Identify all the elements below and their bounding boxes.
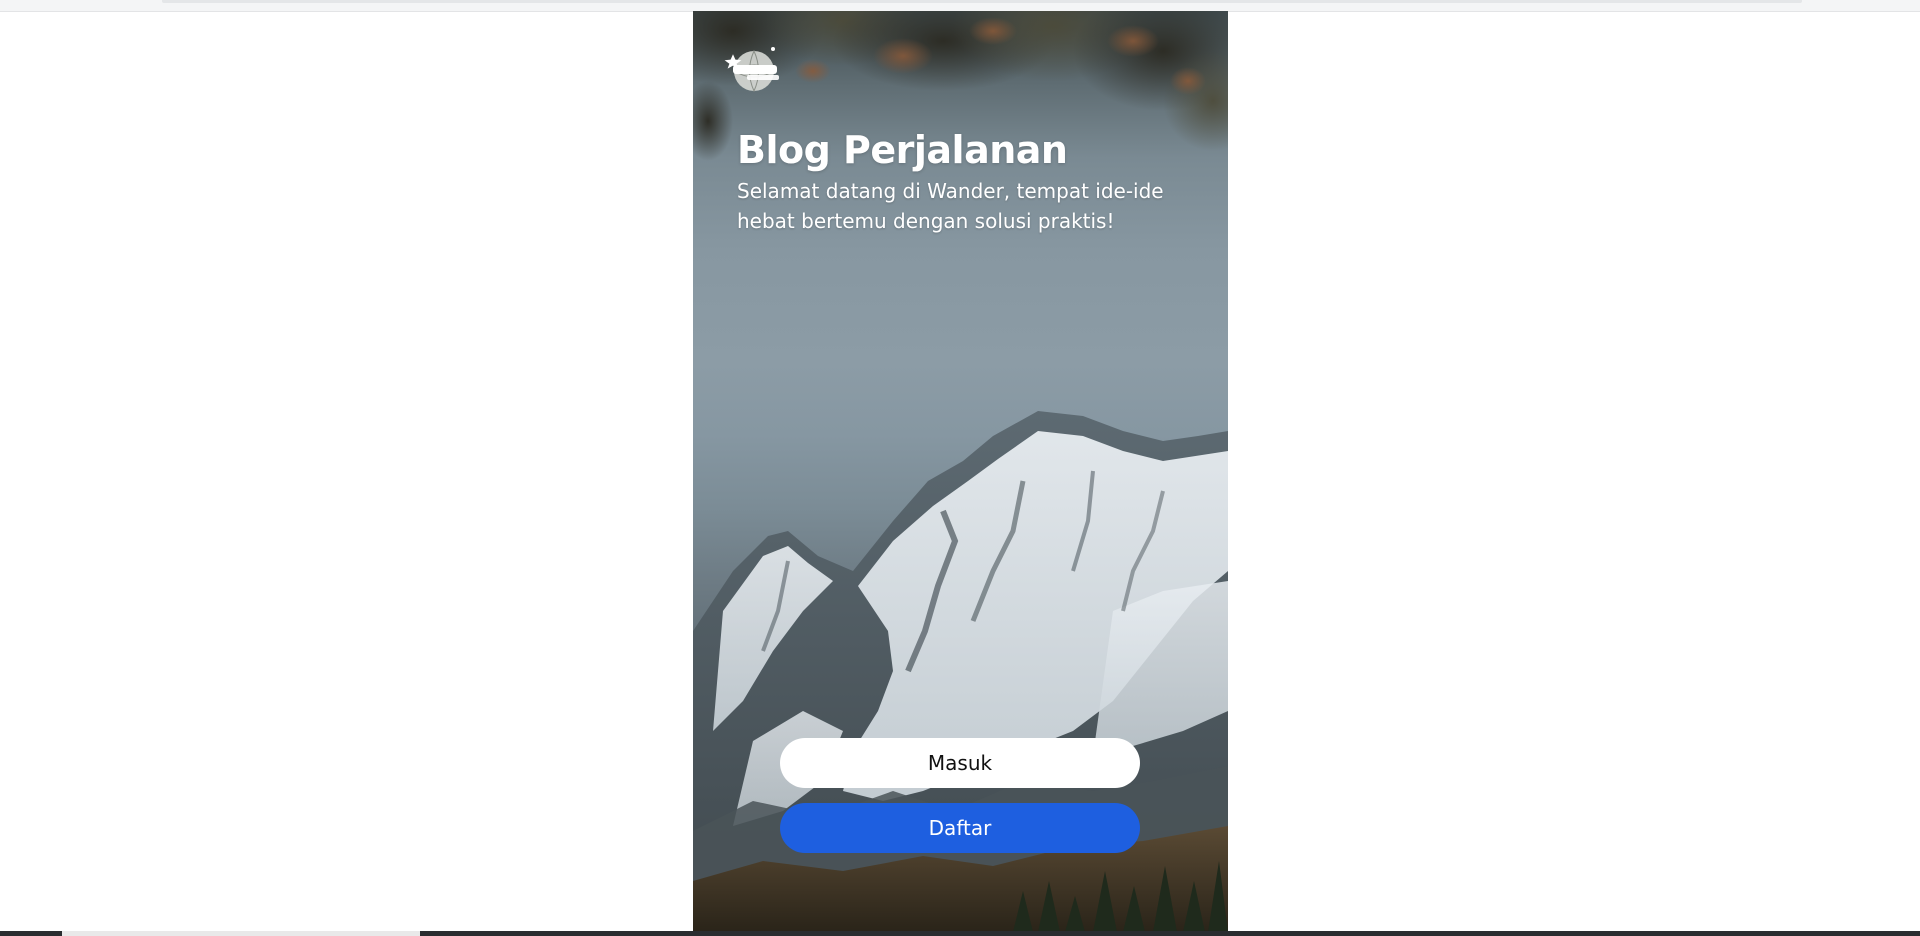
page-title: Blog Perjalanan bbox=[737, 128, 1068, 172]
taskbar bbox=[0, 931, 1920, 936]
globe-star-logo bbox=[724, 47, 779, 93]
address-bar[interactable] bbox=[162, 0, 1802, 3]
register-button[interactable]: Daftar bbox=[780, 803, 1140, 853]
login-button[interactable]: Masuk bbox=[780, 738, 1140, 788]
taskbar-active-item[interactable] bbox=[62, 931, 420, 936]
page-subtitle: Selamat datang di Wander, tempat ide-ide… bbox=[737, 179, 1164, 233]
app-screen: Blog Perjalanan Selamat datang di Wander… bbox=[693, 11, 1228, 932]
